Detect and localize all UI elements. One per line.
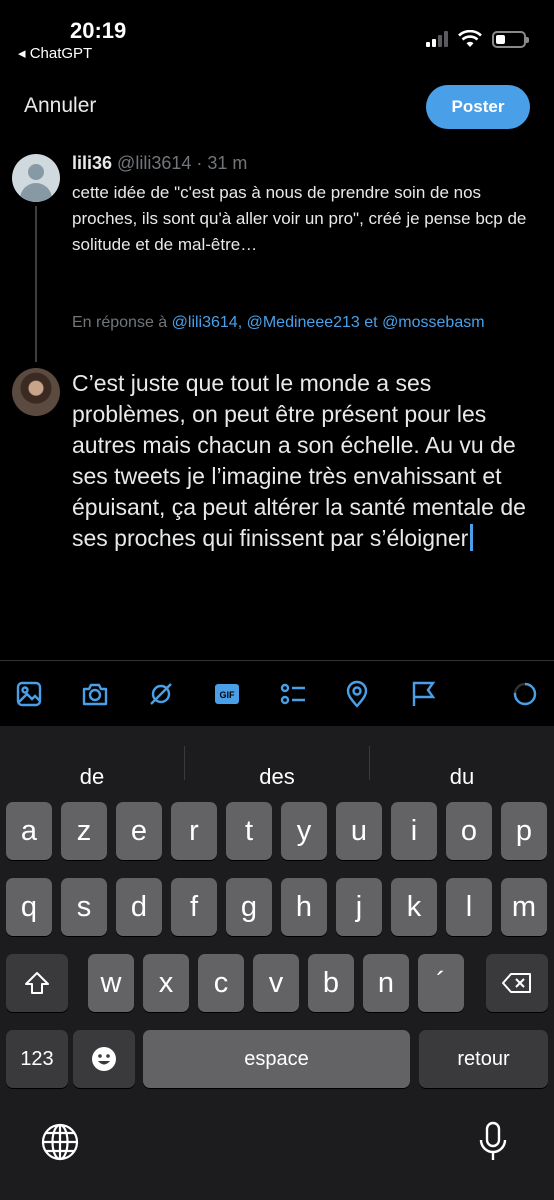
cancel-button[interactable]: Annuler <box>24 94 96 118</box>
mention-link[interactable]: @lili3614, <box>172 314 243 331</box>
key-x[interactable]: x <box>143 954 189 1012</box>
key-r[interactable]: r <box>171 802 217 860</box>
globe-icon[interactable] <box>40 1122 80 1167</box>
tweet-text: cette idée de "c'est pas à nous de prend… <box>72 183 527 254</box>
key-g[interactable]: g <box>226 878 272 936</box>
key-t[interactable]: t <box>226 802 272 860</box>
tweet-time: 31 m <box>207 153 248 173</box>
key-a[interactable]: a <box>6 802 52 860</box>
compose-toolbar: GIF <box>0 660 554 726</box>
suggestion-des[interactable]: des <box>185 764 369 790</box>
compose-text: C’est juste que tout le monde a ses prob… <box>72 370 526 551</box>
backspace-key[interactable] <box>486 954 548 1012</box>
microphone-icon[interactable] <box>476 1120 510 1169</box>
tweet-header: lili36 @lili3614 · 31 m <box>72 153 247 174</box>
battery-icon <box>492 30 529 48</box>
reply-prefix: En réponse à <box>72 314 168 331</box>
status-time: 20:19 <box>70 18 127 43</box>
key-w[interactable]: w <box>88 954 134 1012</box>
key-q[interactable]: q <box>6 878 52 936</box>
poll-icon[interactable] <box>278 679 308 709</box>
key-m[interactable]: m <box>501 878 547 936</box>
image-icon[interactable] <box>14 679 44 709</box>
back-to-app-link[interactable]: ◂ ChatGPT <box>18 44 92 62</box>
gif-icon[interactable]: GIF <box>212 679 242 709</box>
tweet-author-name[interactable]: lili36 <box>72 153 112 173</box>
key-i[interactable]: i <box>391 802 437 860</box>
suggestion-de[interactable]: de <box>0 764 184 790</box>
compose-textarea[interactable]: C’est juste que tout le monde a ses prob… <box>72 368 542 554</box>
status-icons <box>426 30 529 48</box>
key-v[interactable]: v <box>253 954 299 1012</box>
default-avatar[interactable] <box>12 154 60 202</box>
key-u[interactable]: u <box>336 802 382 860</box>
mention-link[interactable]: @mossebasm <box>382 314 485 331</box>
key-s[interactable]: s <box>61 878 107 936</box>
signal-icon <box>426 31 448 47</box>
battery-fill <box>496 34 506 44</box>
key-h[interactable]: h <box>281 878 327 936</box>
thread-line <box>35 206 37 362</box>
suggestion-du[interactable]: du <box>370 764 554 790</box>
post-button[interactable]: Poster <box>426 85 530 129</box>
key-n[interactable]: n <box>363 954 409 1012</box>
mention-link[interactable]: @Medineee213 <box>247 314 360 331</box>
numbers-key[interactable]: 123 <box>6 1030 68 1088</box>
shift-key[interactable] <box>6 954 68 1012</box>
reply-to-line: En réponse à @lili3614, @Medineee213 et … <box>72 309 542 336</box>
key-o[interactable]: o <box>446 802 492 860</box>
wifi-icon <box>458 30 482 47</box>
tweet-separator: · <box>196 153 203 173</box>
key-c[interactable]: c <box>198 954 244 1012</box>
key-k[interactable]: k <box>391 878 437 936</box>
key-l[interactable]: l <box>446 878 492 936</box>
key-b[interactable]: b <box>308 954 354 1012</box>
key-z[interactable]: z <box>61 802 107 860</box>
camera-icon[interactable] <box>80 679 110 709</box>
return-key[interactable]: retour <box>419 1030 548 1088</box>
key-e[interactable]: e <box>116 802 162 860</box>
progress-ring-icon <box>510 679 540 709</box>
text-cursor <box>470 524 474 551</box>
key-d[interactable]: d <box>116 878 162 936</box>
key-j[interactable]: j <box>336 878 382 936</box>
keyboard: de des du azertyuiop qsdfghjklm w x c v b n ´ … <box>0 726 554 1200</box>
flag-icon[interactable] <box>408 679 438 709</box>
space-key[interactable]: espace <box>143 1030 410 1088</box>
location-icon[interactable] <box>342 679 372 709</box>
grok-icon[interactable] <box>146 679 176 709</box>
user-avatar <box>12 368 60 416</box>
emoji-key[interactable] <box>73 1030 135 1088</box>
tweet-handle[interactable]: @lili3614 <box>117 153 191 173</box>
key-accent[interactable]: ´ <box>418 954 464 1012</box>
gif-label: GIF <box>220 690 236 700</box>
key-y[interactable]: y <box>281 802 327 860</box>
key-f[interactable]: f <box>171 878 217 936</box>
key-p[interactable]: p <box>501 802 547 860</box>
mention-conjunction[interactable]: et <box>364 314 377 331</box>
